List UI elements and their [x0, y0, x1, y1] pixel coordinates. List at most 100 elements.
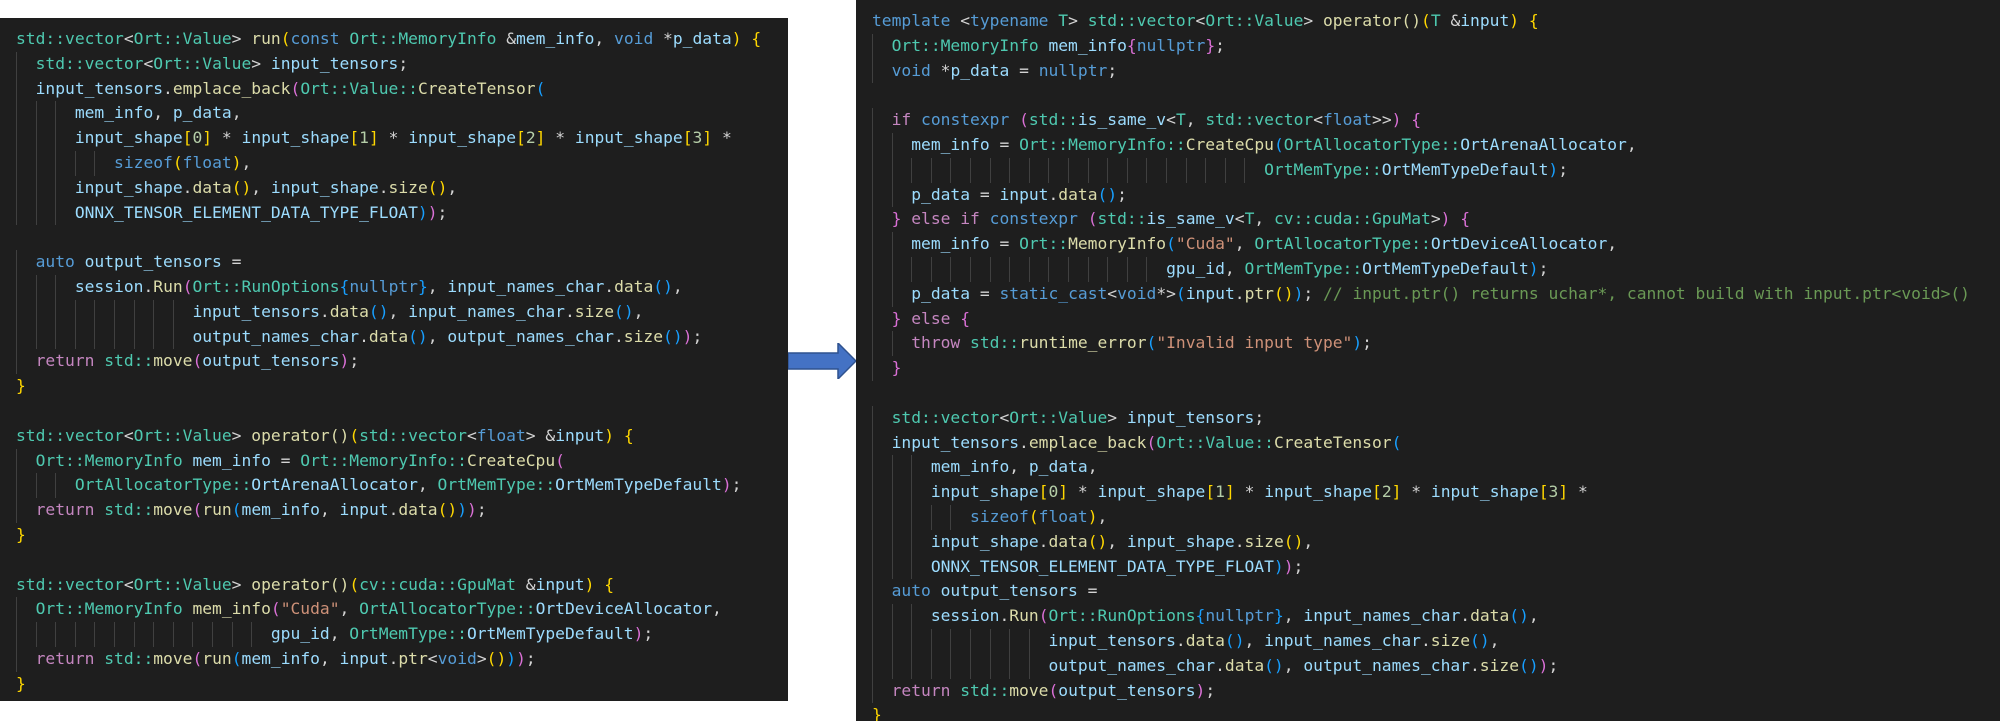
indent-guide: [872, 33, 873, 59]
code-token: input: [999, 184, 1049, 204]
indent-guide: [1087, 256, 1089, 282]
code-token: (: [1421, 11, 1431, 30]
code-line: input_shape[0] * input_shape[1] * input_…: [872, 480, 2000, 505]
code-token: return: [891, 680, 961, 700]
code-token: T: [1175, 110, 1186, 130]
indent-guide: [872, 331, 873, 357]
code-line: input_tensors.emplace_back(Ort::Value::C…: [16, 76, 788, 102]
code-token: *: [545, 128, 575, 148]
code-token: move: [153, 648, 193, 668]
code-token: ,: [1607, 234, 1618, 254]
right-arrow-icon: [788, 343, 856, 379]
code-token: output_names_char: [1048, 655, 1216, 675]
code-token: size: [388, 177, 428, 197]
code-token: .: [388, 648, 399, 668]
code-token: mem_info: [911, 234, 990, 254]
code-token: input_tensors: [1048, 630, 1176, 650]
indent-guide: [114, 324, 116, 350]
code-token: ]: [1558, 482, 1569, 502]
code-token: =: [1009, 60, 1039, 80]
indent-guide: [872, 108, 873, 133]
code-block-after: template <typename T> std::vector<Ort::V…: [856, 0, 2000, 721]
code-token: (: [1273, 134, 1284, 154]
indent-guide: [911, 554, 913, 580]
code-token: (: [192, 351, 203, 371]
code-token: ONNX_TENSOR_ELEMENT_DATA_TYPE_FLOAT: [74, 202, 418, 222]
code-token: move: [153, 500, 193, 520]
indent-guide: [35, 622, 37, 647]
code-token: std::: [104, 351, 154, 371]
code-token: sizeof: [970, 506, 1029, 526]
indent-guide: [872, 653, 873, 679]
code-token: data: [1470, 606, 1510, 626]
indent-guide: [74, 324, 76, 350]
indent-guide: [16, 126, 17, 151]
code-token: ;: [398, 53, 409, 73]
indent-guide: [911, 604, 913, 629]
code-token: nullptr: [1136, 35, 1206, 55]
code-token: Ort::RunOptions: [1048, 606, 1196, 626]
code-token: (): [427, 177, 448, 197]
code-line: mem_info = Ort::MemoryInfo::CreateCpu(Or…: [872, 132, 2000, 158]
code-token: {: [623, 425, 634, 445]
code-token: (: [1048, 680, 1059, 700]
code-token: ;: [476, 500, 487, 520]
code-token: >>: [1372, 110, 1392, 130]
code-token: throw: [911, 333, 971, 353]
indent-guide: [872, 529, 873, 555]
code-token: OrtMemType::: [349, 624, 467, 644]
code-token: }: [891, 308, 902, 328]
indent-guide: [16, 250, 17, 275]
code-token: mem_info: [192, 599, 271, 619]
code-token: size: [1430, 630, 1471, 650]
indent-guide: [35, 101, 37, 127]
indent-guide: [872, 281, 873, 307]
code-token: (): [614, 301, 634, 321]
code-token: 1: [359, 128, 369, 148]
indent-guide: [872, 480, 873, 505]
indent-guide: [872, 58, 873, 84]
code-token: [: [1205, 482, 1216, 502]
code-token: input: [339, 500, 389, 520]
code-token: 3: [1548, 482, 1559, 502]
code-token: is_same_v: [1077, 110, 1167, 130]
code-token: return: [35, 648, 105, 668]
indent-guide: [94, 150, 96, 176]
indent-guide: [1028, 256, 1030, 282]
indent-guide: [891, 182, 893, 208]
code-token: {: [1460, 209, 1471, 229]
code-token: OrtAllocatorType::: [1283, 134, 1461, 154]
code-token: ): [457, 500, 468, 520]
indent-guide: [94, 299, 96, 325]
code-token: [: [349, 128, 360, 148]
code-token: OrtMemTypeDefault: [1362, 258, 1529, 278]
code-token: <: [1313, 110, 1323, 130]
code-line: } else {: [872, 306, 2000, 332]
code-token: [: [682, 128, 693, 148]
indent-guide: [16, 473, 17, 499]
code-token: (: [1087, 209, 1098, 229]
code-token: (): [663, 326, 683, 346]
code-token: move: [1009, 680, 1049, 700]
code-token: nullptr: [1038, 60, 1108, 80]
code-token: mem_info: [911, 134, 990, 154]
code-token: std::vector: [891, 407, 1000, 427]
indent-guide: [133, 622, 135, 647]
code-token: &: [506, 29, 516, 48]
code-token: (: [231, 500, 242, 520]
indent-guide: [891, 604, 893, 629]
code-token: std::vector: [1087, 11, 1196, 30]
code-line: ONNX_TENSOR_ELEMENT_DATA_TYPE_FLOAT));: [872, 554, 2000, 580]
code-token: ): [1548, 159, 1559, 179]
indent-guide: [55, 150, 57, 176]
code-token: (: [555, 450, 565, 470]
indent-guide: [231, 622, 233, 647]
code-token: mem_info: [1048, 35, 1127, 55]
code-token: MemoryInfo: [1068, 234, 1167, 254]
indent-guide: [970, 256, 972, 282]
code-token: (): [437, 500, 458, 520]
